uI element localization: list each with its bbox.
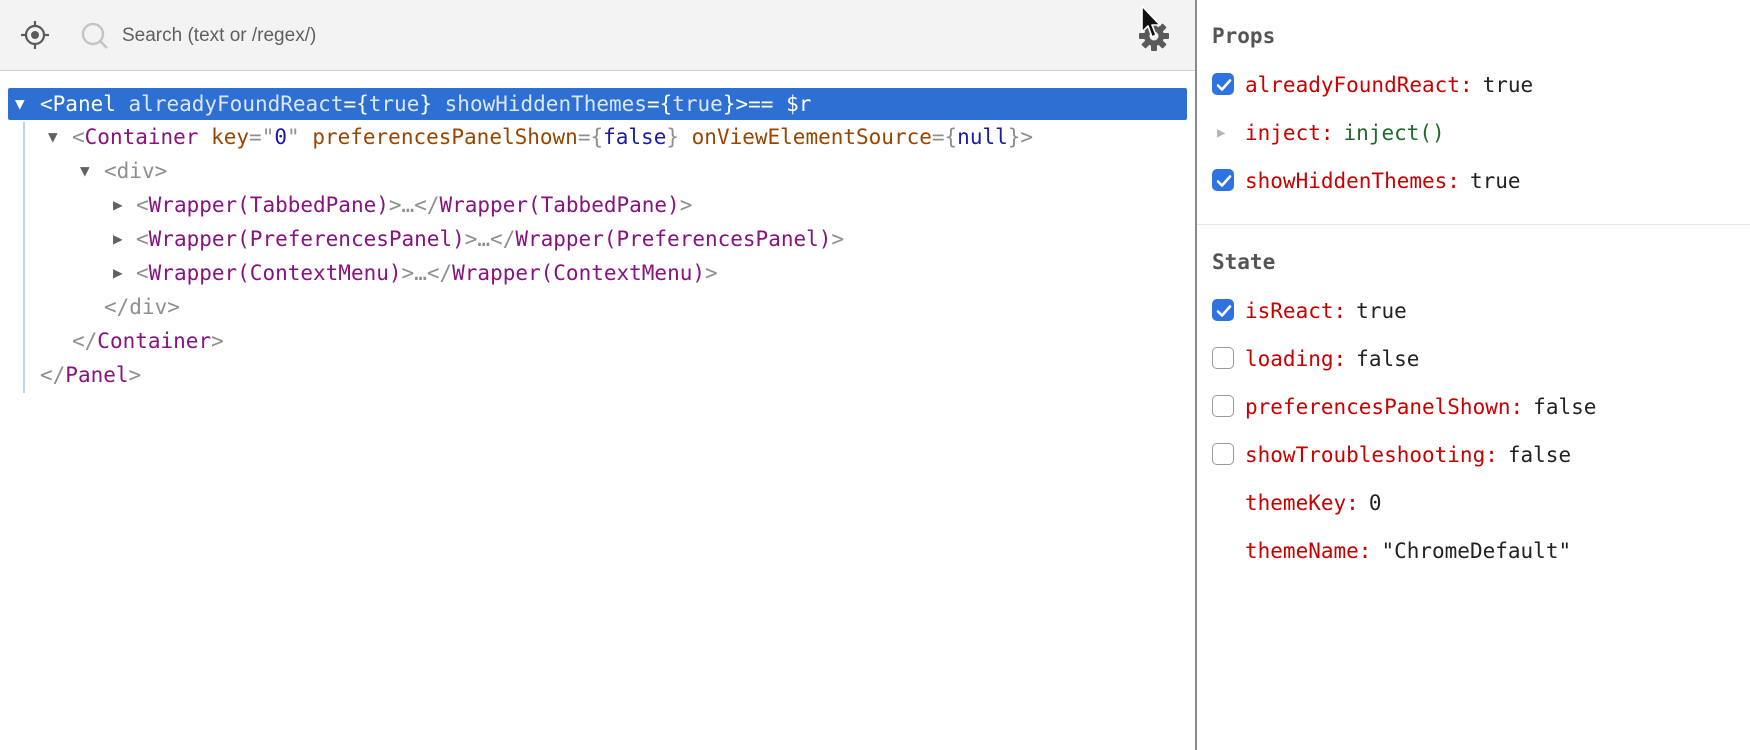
tree-row-div-close[interactable]: </div>: [0, 290, 1195, 324]
state-checkbox[interactable]: [1212, 347, 1234, 369]
prop-name: inject: inject(): [1245, 121, 1445, 145]
mouse-cursor-icon: [1141, 5, 1161, 38]
tree-row-code: <Panel alreadyFoundReact={true} showHidd…: [40, 92, 812, 116]
state-heading: State: [1212, 250, 1276, 274]
tree-row-code: </Container>: [72, 329, 224, 353]
section-divider: [1197, 224, 1750, 225]
state-checkbox[interactable]: [1212, 299, 1234, 321]
tree-guide-line: [23, 122, 25, 393]
prop-value[interactable]: true: [1470, 169, 1521, 193]
state-value[interactable]: true: [1356, 299, 1407, 323]
tree-row-wrapper-tabbedpane[interactable]: ▶ <Wrapper(TabbedPane)>…</Wrapper(Tabbed…: [0, 188, 1195, 222]
tree-row-code: <Wrapper(PreferencesPanel)>…</Wrapper(Pr…: [136, 227, 845, 251]
inspector-sidebar: Props alreadyFoundReact: true ▶ inject: in…: [1197, 0, 1750, 750]
search-icon: [81, 22, 108, 49]
tree-row-div[interactable]: ▼ <div>: [0, 154, 1195, 188]
state-name: themeKey: 0: [1245, 491, 1382, 515]
tree-row-code: </div>: [104, 295, 180, 319]
prop-value[interactable]: true: [1483, 73, 1534, 97]
props-heading: Props: [1212, 24, 1276, 48]
tree-row-code: <Wrapper(TabbedPane)>…</Wrapper(TabbedPa…: [136, 193, 693, 217]
expand-arrow-icon[interactable]: ▶: [113, 256, 123, 290]
state-value[interactable]: false: [1356, 347, 1419, 371]
tree-row-container[interactable]: ▼ <Container key="0" preferencesPanelSho…: [0, 120, 1195, 154]
tree-row-panel[interactable]: ▼ <Panel alreadyFoundReact={true} showHi…: [8, 88, 1187, 120]
checkmark-icon: [1216, 175, 1232, 187]
tree-row-code: <Container key="0" preferencesPanelShown…: [72, 125, 1034, 149]
state-value[interactable]: false: [1508, 443, 1571, 467]
state-name: loading: false: [1245, 347, 1420, 371]
element-tree-pane: ▼ <Panel alreadyFoundReact={true} showHi…: [0, 0, 1195, 750]
collapse-arrow-icon[interactable]: ▼: [48, 120, 58, 154]
tree-row-wrapper-contextmenu[interactable]: ▶ <Wrapper(ContextMenu)>…</Wrapper(Conte…: [0, 256, 1195, 290]
search-input[interactable]: [120, 15, 1024, 57]
state-value[interactable]: 0: [1369, 491, 1382, 515]
state-name: showTroubleshooting: false: [1245, 443, 1572, 467]
state-name: preferencesPanelShown: false: [1245, 395, 1597, 419]
checkmark-icon: [1216, 305, 1232, 317]
tree-row-code: <Wrapper(ContextMenu)>…</Wrapper(Context…: [136, 261, 718, 285]
collapse-arrow-icon[interactable]: ▼: [15, 88, 25, 120]
prop-checkbox[interactable]: [1212, 73, 1234, 95]
expand-arrow-icon[interactable]: ▶: [113, 222, 123, 256]
console-ref: == $r: [748, 92, 812, 116]
expand-arrow-icon[interactable]: ▶: [1217, 118, 1225, 148]
prop-name: showHiddenThemes: true: [1245, 169, 1521, 193]
state-value[interactable]: "ChromeDefault": [1381, 539, 1571, 563]
toolbar: [0, 0, 1195, 71]
tree-row-code: <div>: [104, 159, 168, 183]
tree-row-container-close[interactable]: </Container>: [0, 324, 1195, 358]
expand-arrow-icon[interactable]: ▶: [113, 188, 123, 222]
prop-value[interactable]: inject(): [1344, 121, 1445, 145]
tree-row-panel-close[interactable]: </Panel>: [0, 358, 1195, 392]
state-checkbox[interactable]: [1212, 443, 1234, 465]
state-checkbox[interactable]: [1212, 395, 1234, 417]
checkmark-icon: [1216, 79, 1232, 91]
locate-icon[interactable]: [20, 20, 50, 50]
state-name: themeName: "ChromeDefault": [1245, 539, 1572, 563]
tree-row-wrapper-preferencespanel[interactable]: ▶ <Wrapper(PreferencesPanel)>…</Wrapper(…: [0, 222, 1195, 256]
collapse-arrow-icon[interactable]: ▼: [80, 154, 90, 188]
element-tree: ▼ <Panel alreadyFoundReact={true} showHi…: [0, 88, 1195, 393]
tree-row-code: </Panel>: [40, 363, 142, 387]
state-name: isReact: true: [1245, 299, 1407, 323]
prop-name: alreadyFoundReact: true: [1245, 73, 1534, 97]
state-value[interactable]: false: [1533, 395, 1596, 419]
prop-checkbox[interactable]: [1212, 169, 1234, 191]
